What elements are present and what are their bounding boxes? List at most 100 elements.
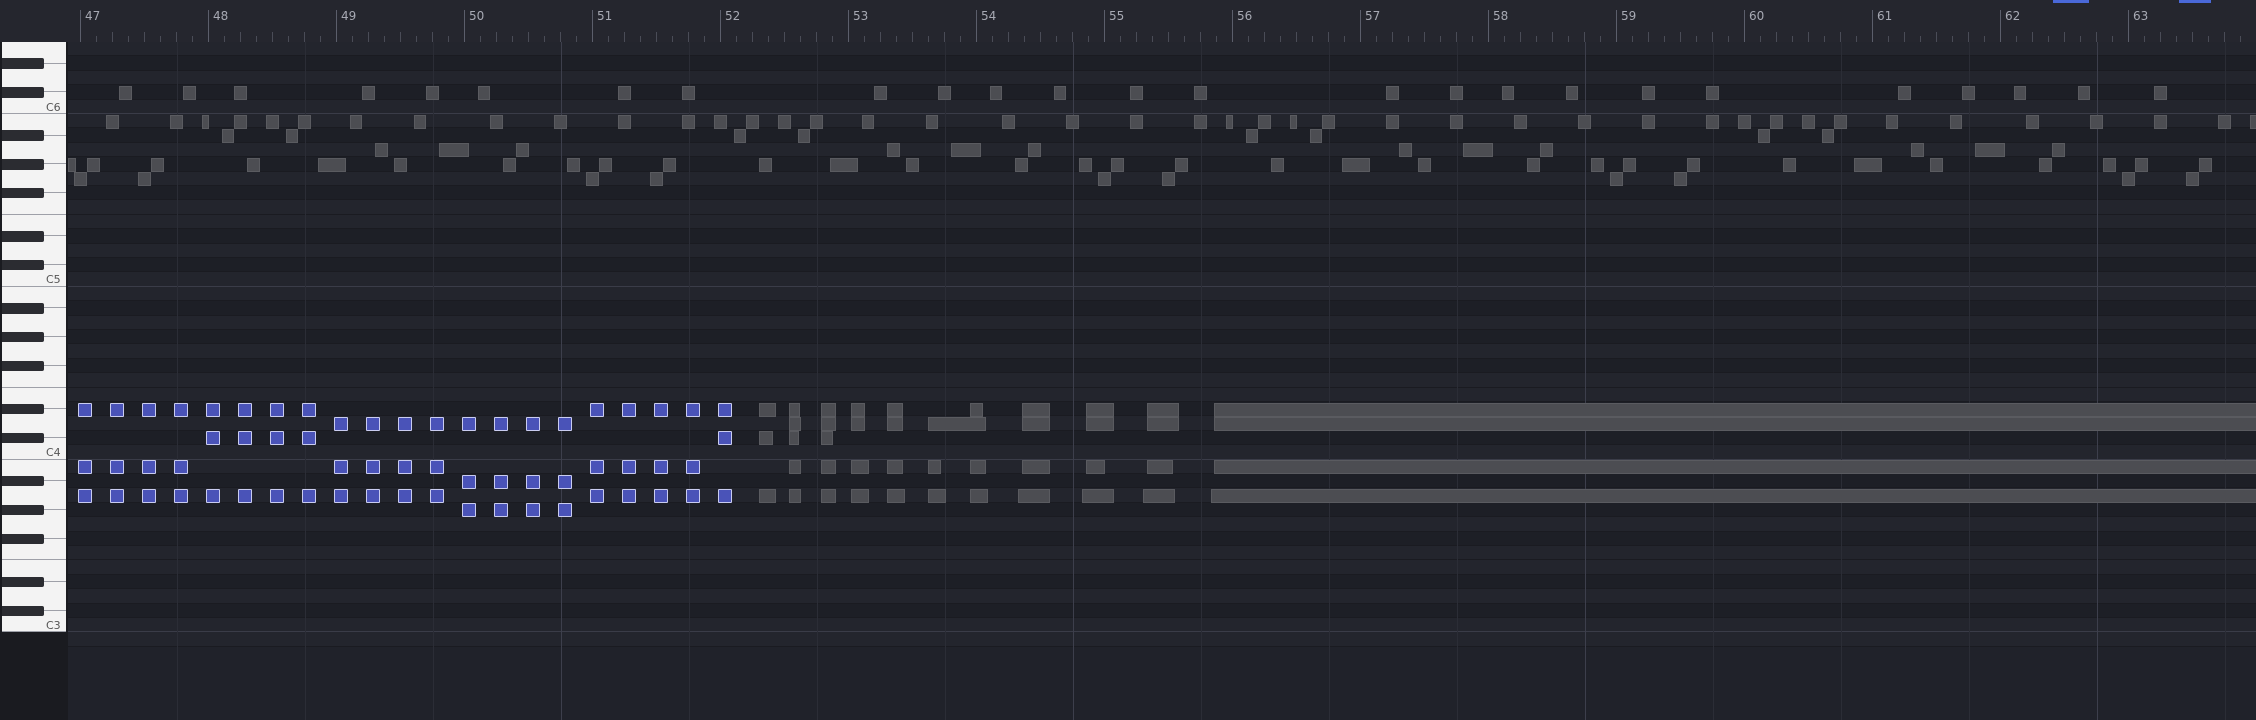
midi-note[interactable] bbox=[68, 157, 76, 172]
midi-note[interactable] bbox=[151, 157, 164, 172]
midi-note[interactable] bbox=[1623, 157, 1636, 172]
midi-note-selected[interactable] bbox=[685, 402, 700, 417]
midi-note-selected[interactable] bbox=[525, 474, 540, 489]
midi-note-selected[interactable] bbox=[685, 460, 700, 475]
midi-note[interactable] bbox=[1386, 85, 1400, 100]
midi-note[interactable] bbox=[2186, 172, 2200, 187]
midi-note-selected[interactable] bbox=[365, 416, 380, 431]
midi-note[interactable] bbox=[820, 488, 836, 503]
midi-note-selected[interactable] bbox=[301, 431, 316, 446]
scroll-thumb-start[interactable] bbox=[2052, 0, 2090, 3]
midi-note-selected[interactable] bbox=[653, 460, 668, 475]
midi-note[interactable] bbox=[1610, 172, 1624, 187]
midi-note-selected[interactable] bbox=[109, 402, 124, 417]
midi-note[interactable] bbox=[599, 157, 612, 172]
black-key[interactable] bbox=[2, 432, 44, 444]
midi-note[interactable] bbox=[1399, 143, 1412, 158]
midi-note[interactable] bbox=[820, 431, 834, 446]
midi-note[interactable] bbox=[1757, 128, 1771, 143]
midi-note[interactable] bbox=[2250, 114, 2256, 129]
midi-note[interactable] bbox=[1565, 85, 1579, 100]
midi-note[interactable] bbox=[1463, 143, 1493, 158]
midi-note[interactable] bbox=[1194, 114, 1208, 129]
midi-note-selected[interactable] bbox=[589, 488, 604, 503]
midi-note[interactable] bbox=[426, 85, 440, 100]
midi-note-selected[interactable] bbox=[269, 402, 284, 417]
midi-note-selected[interactable] bbox=[173, 488, 188, 503]
timeline-ruler[interactable]: 47 48 49 50 51 52 53 54 55 56 57 58 59 60 61 62 63 bbox=[0, 0, 2256, 43]
midi-note-selected[interactable] bbox=[429, 416, 444, 431]
midi-note[interactable] bbox=[2199, 157, 2212, 172]
midi-note[interactable] bbox=[1341, 157, 1370, 172]
midi-note[interactable] bbox=[1450, 85, 1464, 100]
midi-note[interactable] bbox=[266, 114, 280, 129]
midi-note-selected[interactable] bbox=[557, 474, 572, 489]
midi-note-selected[interactable] bbox=[237, 402, 252, 417]
midi-note-selected[interactable] bbox=[333, 416, 348, 431]
midi-note-selected[interactable] bbox=[205, 431, 220, 446]
midi-note-selected[interactable] bbox=[621, 488, 636, 503]
midi-note[interactable] bbox=[733, 128, 747, 143]
midi-note-selected[interactable] bbox=[269, 431, 284, 446]
midi-note-selected[interactable] bbox=[333, 488, 348, 503]
midi-note-selected[interactable] bbox=[621, 402, 636, 417]
midi-note[interactable] bbox=[1147, 402, 1180, 417]
midi-note-selected[interactable] bbox=[301, 488, 316, 503]
midi-note[interactable] bbox=[1053, 85, 1067, 100]
midi-note[interactable] bbox=[970, 460, 986, 475]
midi-note-selected[interactable] bbox=[333, 460, 348, 475]
midi-note[interactable] bbox=[1930, 157, 1944, 172]
midi-note[interactable] bbox=[1706, 85, 1720, 100]
midi-note[interactable] bbox=[1245, 128, 1259, 143]
midi-note[interactable] bbox=[1226, 114, 1234, 129]
midi-note[interactable] bbox=[1386, 114, 1400, 129]
midi-note[interactable] bbox=[1885, 114, 1899, 129]
midi-note-selected[interactable] bbox=[429, 460, 444, 475]
midi-note-selected[interactable] bbox=[301, 402, 316, 417]
midi-note[interactable] bbox=[829, 157, 858, 172]
midi-note[interactable] bbox=[2026, 114, 2040, 129]
midi-note[interactable] bbox=[1081, 488, 1114, 503]
midi-note-selected[interactable] bbox=[397, 416, 412, 431]
midi-note[interactable] bbox=[1706, 114, 1720, 129]
midi-note[interactable] bbox=[285, 128, 299, 143]
midi-note[interactable] bbox=[874, 85, 888, 100]
midi-note[interactable] bbox=[1162, 172, 1176, 187]
midi-note-selected[interactable] bbox=[397, 488, 412, 503]
midi-note-selected[interactable] bbox=[493, 416, 508, 431]
midi-note[interactable] bbox=[74, 172, 88, 187]
midi-note[interactable] bbox=[1501, 85, 1515, 100]
midi-note[interactable] bbox=[820, 416, 836, 431]
midi-note[interactable] bbox=[1002, 114, 1016, 129]
midi-note[interactable] bbox=[618, 114, 632, 129]
midi-note[interactable] bbox=[989, 85, 1003, 100]
midi-note[interactable] bbox=[1642, 114, 1656, 129]
midi-note[interactable] bbox=[2090, 114, 2104, 129]
midi-note[interactable] bbox=[1021, 416, 1050, 431]
midi-note[interactable] bbox=[851, 416, 866, 431]
midi-note[interactable] bbox=[1853, 157, 1882, 172]
black-key[interactable] bbox=[2, 260, 44, 271]
midi-note[interactable] bbox=[477, 85, 491, 100]
black-key[interactable] bbox=[2, 360, 44, 372]
midi-note-selected[interactable] bbox=[621, 460, 636, 475]
midi-note[interactable] bbox=[2013, 85, 2027, 100]
midi-note[interactable] bbox=[221, 128, 235, 143]
midi-note[interactable] bbox=[810, 114, 824, 129]
midi-note[interactable] bbox=[788, 488, 802, 503]
midi-note[interactable] bbox=[317, 157, 346, 172]
midi-note[interactable] bbox=[503, 157, 516, 172]
midi-note[interactable] bbox=[586, 172, 600, 187]
midi-note[interactable] bbox=[1130, 85, 1144, 100]
midi-note-selected[interactable] bbox=[141, 488, 156, 503]
midi-note[interactable] bbox=[1130, 114, 1144, 129]
midi-note[interactable] bbox=[1085, 402, 1114, 417]
midi-note[interactable] bbox=[663, 157, 676, 172]
midi-note[interactable] bbox=[1021, 402, 1050, 417]
midi-note[interactable] bbox=[375, 143, 388, 158]
midi-note[interactable] bbox=[887, 488, 906, 503]
midi-note[interactable] bbox=[2154, 85, 2168, 100]
midi-note[interactable] bbox=[106, 114, 120, 129]
midi-note[interactable] bbox=[1949, 114, 1963, 129]
midi-note[interactable] bbox=[1591, 157, 1604, 172]
